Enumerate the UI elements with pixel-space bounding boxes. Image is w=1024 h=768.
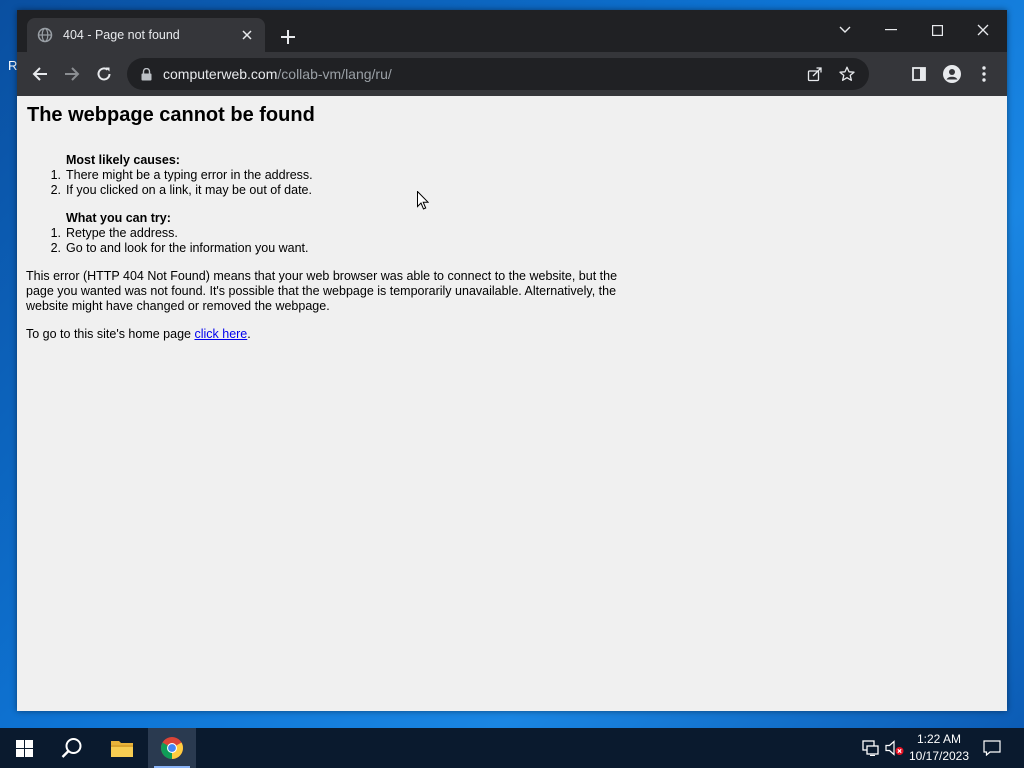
side-panel-button[interactable]	[907, 62, 931, 86]
try-heading: What you can try:	[66, 211, 171, 225]
star-icon[interactable]	[835, 62, 859, 86]
causes-heading: Most likely causes:	[66, 153, 180, 167]
address-bar[interactable]: computerweb.com/collab-vm/lang/ru/	[127, 58, 869, 90]
globe-icon	[37, 27, 53, 43]
title-bar: 404 - Page not found	[17, 10, 1007, 52]
list-item: 1. Retype the address.	[39, 226, 309, 241]
search-icon	[61, 738, 82, 758]
page-title: The webpage cannot be found	[27, 104, 315, 126]
profile-icon	[943, 65, 961, 83]
url-host: computerweb.com	[163, 66, 278, 82]
network-icon[interactable]	[861, 738, 881, 758]
url-text[interactable]: computerweb.com/collab-vm/lang/ru/	[163, 66, 795, 82]
minimize-button[interactable]	[873, 16, 909, 44]
close-window-button[interactable]	[965, 16, 1001, 44]
volume-muted-icon[interactable]	[885, 738, 905, 758]
tab-active[interactable]: 404 - Page not found	[27, 18, 265, 52]
chrome-icon	[161, 737, 183, 759]
back-button[interactable]	[27, 61, 53, 87]
error-explanation: This error (HTTP 404 Not Found) means th…	[26, 269, 618, 313]
start-button[interactable]	[0, 728, 48, 768]
page-content: The webpage cannot be found Most likely …	[17, 96, 1007, 711]
try-text: Go to and look for the information you w…	[66, 241, 309, 255]
home-prefix: To go to this site's home page	[26, 327, 195, 341]
share-icon[interactable]	[803, 62, 827, 86]
search-button[interactable]	[48, 728, 96, 768]
browser-toolbar: computerweb.com/collab-vm/lang/ru/	[17, 52, 1007, 96]
reload-button[interactable]	[91, 61, 117, 87]
profile-button[interactable]	[940, 62, 964, 86]
browser-window: 404 - Page not found computerweb.com/col…	[17, 10, 1007, 711]
arrow-right-icon	[65, 67, 80, 81]
kebab-menu-icon	[982, 66, 986, 82]
minimize-icon	[885, 29, 897, 31]
tab-search-button[interactable]	[827, 16, 863, 44]
menu-button[interactable]	[972, 62, 996, 86]
list-item: 2. If you clicked on a link, it may be ou…	[39, 183, 313, 198]
list-item: 2. Go to and look for the information you…	[39, 241, 309, 256]
list-number: 2.	[50, 241, 61, 255]
maximize-icon	[931, 24, 943, 36]
try-list: 1. Retype the address. 2. Go to and look f…	[39, 226, 309, 256]
click-here-link[interactable]: click here	[194, 327, 247, 341]
maximize-button[interactable]	[919, 16, 955, 44]
cause-text: If you clicked on a link, it may be out …	[66, 183, 312, 197]
windows-logo-icon	[15, 739, 33, 757]
file-explorer-button[interactable]	[98, 728, 146, 768]
url-path: /collab-vm/lang/ru/	[277, 66, 392, 82]
mouse-cursor-icon	[417, 190, 430, 215]
chevron-down-icon	[839, 26, 851, 33]
list-item: 1. There might be a typing error in the a…	[39, 168, 313, 183]
arrow-left-icon	[32, 67, 47, 81]
home-page-line: To go to this site's home page click her…	[26, 327, 626, 342]
list-number: 1.	[50, 168, 61, 182]
chrome-taskbar-button[interactable]	[148, 728, 196, 768]
notification-center-icon[interactable]	[982, 738, 1002, 758]
desktop-icon-label-fragment: R	[8, 58, 18, 73]
lock-icon[interactable]	[139, 67, 153, 81]
close-icon[interactable]	[239, 27, 255, 43]
clock-date: 10/17/2023	[908, 749, 970, 763]
list-number: 2.	[50, 183, 61, 197]
folder-icon	[111, 741, 133, 757]
new-tab-button[interactable]	[277, 26, 299, 48]
list-number: 1.	[50, 226, 61, 240]
system-clock[interactable]: 1:22 AM 10/17/2023	[906, 731, 972, 765]
causes-list: 1. There might be a typing error in the a…	[39, 168, 313, 198]
try-text: Retype the address.	[66, 226, 178, 240]
reload-icon	[97, 67, 111, 81]
side-panel-icon	[912, 67, 926, 81]
close-icon	[977, 24, 989, 36]
clock-time: 1:22 AM	[916, 732, 962, 746]
forward-button[interactable]	[59, 61, 85, 87]
taskbar: 1:22 AM 10/17/2023	[0, 728, 1024, 768]
tab-title: 404 - Page not found	[63, 28, 180, 42]
plus-icon	[281, 30, 295, 44]
home-suffix: .	[247, 327, 251, 341]
cause-text: There might be a typing error in the add…	[66, 168, 313, 182]
